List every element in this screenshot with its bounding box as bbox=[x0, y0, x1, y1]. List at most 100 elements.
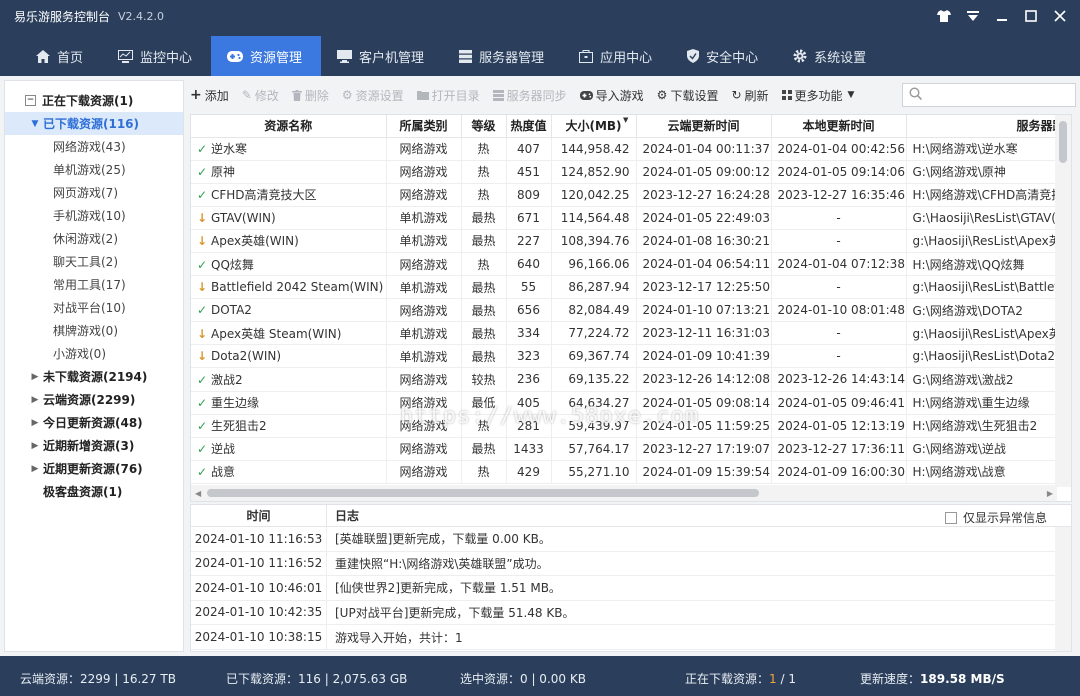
tab-clients[interactable]: 客户机管理 bbox=[321, 36, 443, 76]
more-functions-button[interactable]: 更多功能 ▼ bbox=[781, 87, 858, 104]
download-settings-button[interactable]: ⚙ 下载设置 bbox=[657, 87, 719, 104]
tree-item-mini-games[interactable]: 小游戏(0) bbox=[5, 342, 183, 365]
scroll-left-icon[interactable]: ◀ bbox=[195, 489, 201, 498]
tree-item-downloading[interactable]: − 正在下载资源(1) bbox=[5, 89, 183, 112]
server-sync-button[interactable]: 服务器同步 bbox=[492, 87, 567, 104]
col-header-local-time[interactable]: 本地更新时间 bbox=[771, 115, 907, 138]
edit-button[interactable]: ✎ 修改 bbox=[242, 87, 279, 104]
table-row[interactable]: ✓ 战意 网络游戏热 429 55,271.10 2024-01-09 15:39:54 2… bbox=[191, 460, 1057, 484]
table-row[interactable]: ↓ Apex英雄 Steam(WIN) 单机游戏 最热 334 77,224.72 2023… bbox=[191, 321, 1057, 346]
table-row[interactable]: ✓ 逆水寒 网络游戏热 407 144,958.42 2024-01-04 00:11:3… bbox=[191, 137, 1057, 161]
tree-item-web-games[interactable]: 网页游戏(7) bbox=[5, 181, 183, 204]
download-arrow-icon: ↓ bbox=[197, 326, 208, 341]
tree-item-chat-tools[interactable]: 聊天工具(2) bbox=[5, 250, 183, 273]
cell-local: 2023-12-26 14:43:14 bbox=[771, 367, 907, 392]
cell-path: g:\Haosiji\ResList\Apex英雄(WIN) bbox=[906, 229, 1057, 253]
caret-right-icon[interactable]: ▶ bbox=[27, 372, 43, 382]
table-row[interactable]: ✓ QQ炫舞 网络游戏热 640 96,166.06 2024-01-04 06:54:1… bbox=[191, 252, 1057, 277]
col-header-grade[interactable]: 等级 bbox=[461, 115, 507, 138]
table-row[interactable]: ↓ Battlefield 2042 Steam(WIN) 单机游戏 最热 55 86,2… bbox=[191, 275, 1057, 300]
table-row[interactable]: ✓ DOTA2 网络游戏 最热 656 82,084.49 2024-01-10 07:13… bbox=[191, 298, 1057, 323]
maximize-icon[interactable] bbox=[1016, 2, 1045, 30]
tab-home[interactable]: 首页 bbox=[20, 36, 102, 76]
checkbox-icon[interactable] bbox=[944, 511, 957, 524]
cell-name: ✓ 生死狙击2 bbox=[191, 414, 387, 438]
log-row: 2024-01-10 11:16:53 [英雄联盟]更新完成，下载量 0.00 K… bbox=[191, 526, 1071, 552]
caret-right-icon[interactable]: ▶ bbox=[27, 395, 43, 405]
tree-item-mobile-games[interactable]: 手机游戏(10) bbox=[5, 204, 183, 227]
scroll-right-icon[interactable]: ▶ bbox=[1047, 489, 1053, 498]
caret-right-icon[interactable]: ▶ bbox=[27, 418, 43, 428]
col-header-name[interactable]: 资源名称 bbox=[191, 115, 387, 138]
tree-item-casual-games[interactable]: 休闲游戏(2) bbox=[5, 227, 183, 250]
cell-local: 2024-01-05 09:14:06 bbox=[771, 160, 907, 184]
tree-item-recent-updated[interactable]: ▶ 近期更新资源(76) bbox=[5, 457, 183, 480]
tree-item-not-downloaded[interactable]: ▶ 未下载资源(2194) bbox=[5, 365, 183, 388]
scroll-thumb[interactable] bbox=[1059, 121, 1067, 163]
tree-item-recent-added[interactable]: ▶ 近期新增资源(3) bbox=[5, 434, 183, 457]
tree-item-online-games[interactable]: 网络游戏(43) bbox=[5, 135, 183, 158]
tree-item-common-tools[interactable]: 常用工具(17) bbox=[5, 273, 183, 296]
tab-settings[interactable]: 系统设置 bbox=[777, 36, 885, 76]
dropdown-menu-icon[interactable] bbox=[958, 2, 987, 30]
tab-servers[interactable]: 服务器管理 bbox=[443, 36, 563, 76]
table-row[interactable]: ✓ 生死狙击2 网络游戏热 281 59,439.97 2024-01-05 11:59:… bbox=[191, 414, 1057, 438]
col-header-type[interactable]: 所属类别 bbox=[386, 115, 462, 138]
skin-icon[interactable] bbox=[929, 2, 958, 30]
cell-cloud: 2024-01-05 22:49:03 bbox=[636, 206, 772, 230]
refresh-button[interactable]: ↻ 刷新 bbox=[731, 87, 768, 104]
caret-down-icon[interactable]: ▼ bbox=[27, 119, 43, 129]
tab-monitor[interactable]: 监控中心 bbox=[102, 36, 211, 76]
tree-item-board-games[interactable]: 棋牌游戏(0) bbox=[5, 319, 183, 342]
caret-right-icon[interactable]: ▶ bbox=[27, 441, 43, 451]
table-row[interactable]: ↓ Dota2(WIN) 单机游戏 最热 323 69,367.74 2024-01-09 … bbox=[191, 344, 1057, 369]
table-row[interactable]: ↓ GTAV(WIN) 单机游戏 最热 671 114,564.48 2024-01-05 … bbox=[191, 206, 1057, 230]
col-header-server-path[interactable]: 服务器路径 bbox=[906, 115, 1057, 138]
cell-cloud: 2023-12-27 16:24:28 bbox=[636, 183, 772, 207]
tab-apps[interactable]: 应用中心 bbox=[563, 36, 671, 76]
cell-cloud: 2023-12-26 14:12:08 bbox=[636, 367, 772, 392]
box-icon bbox=[579, 49, 594, 63]
collapse-icon[interactable]: − bbox=[25, 95, 36, 106]
tree-item-standalone-games[interactable]: 单机游戏(25) bbox=[5, 158, 183, 181]
tab-security[interactable]: 安全中心 bbox=[671, 36, 777, 76]
tree-item-battle-platform[interactable]: 对战平台(10) bbox=[5, 296, 183, 319]
table-row[interactable]: ↓ Apex英雄(WIN) 单机游戏 最热 227 108,394.76 2024-01-0… bbox=[191, 229, 1057, 253]
cell-size: 55,271.10 bbox=[551, 460, 637, 484]
minimize-icon[interactable] bbox=[987, 2, 1016, 30]
table-row[interactable]: ✓ CFHD高清竞技大区 网络游戏热 809 120,042.25 2023-12-27 … bbox=[191, 183, 1057, 207]
open-directory-button[interactable]: 打开目录 bbox=[416, 87, 480, 104]
table-vertical-scrollbar[interactable] bbox=[1055, 115, 1071, 487]
import-game-button[interactable]: 导入游戏 bbox=[579, 87, 644, 104]
delete-button[interactable]: 删除 bbox=[291, 87, 329, 104]
log-vertical-scrollbar[interactable] bbox=[1055, 527, 1071, 651]
search-input[interactable] bbox=[902, 83, 1076, 107]
cell-heat: 640 bbox=[506, 252, 552, 277]
downloading-count: 1 bbox=[769, 672, 777, 686]
col-header-heat[interactable]: 热度值 bbox=[506, 115, 552, 138]
table-row[interactable]: ✓ 重生边缘 网络游戏 最低 405 64,634.27 2024-01-05 09:08:… bbox=[191, 391, 1057, 415]
tree-item-extreme-disk[interactable]: 极客盘资源(1) bbox=[5, 480, 183, 503]
cell-cloud: 2023-12-11 16:31:03 bbox=[636, 321, 772, 346]
tree-item-downloaded[interactable]: ▼ 已下载资源(116) bbox=[5, 112, 183, 135]
tree-item-today-updated[interactable]: ▶ 今日更新资源(48) bbox=[5, 411, 183, 434]
check-icon: ✓ bbox=[197, 442, 208, 457]
cell-path: H:\网络游戏\QQ炫舞 bbox=[906, 252, 1057, 277]
add-button[interactable]: + 添加 bbox=[190, 87, 229, 104]
caret-right-icon[interactable]: ▶ bbox=[27, 464, 43, 474]
cell-grade: 热 bbox=[461, 252, 507, 277]
col-header-cloud-time[interactable]: 云端更新时间 bbox=[636, 115, 772, 138]
cell-name: ✓ 原神 bbox=[191, 160, 387, 184]
cell-size: 114,564.48 bbox=[551, 206, 637, 230]
close-icon[interactable] bbox=[1045, 2, 1074, 30]
table-row[interactable]: ✓ 原神 网络游戏热 451 124,852.90 2024-01-05 09:00:12… bbox=[191, 160, 1057, 184]
scroll-thumb[interactable] bbox=[207, 489, 759, 497]
abnormal-only-checkbox[interactable]: 仅显示异常信息 bbox=[944, 509, 1047, 526]
tree-item-cloud[interactable]: ▶ 云端资源(2299) bbox=[5, 388, 183, 411]
resource-settings-button[interactable]: ⚙ 资源设置 bbox=[342, 87, 404, 104]
table-row[interactable]: ✓ 逆战 网络游戏 最热 1433 57,764.17 2023-12-27 17:19:0… bbox=[191, 437, 1057, 461]
tab-resources[interactable]: 资源管理 bbox=[211, 36, 322, 76]
cell-path: G:\网络游戏\DOTA2 bbox=[906, 298, 1057, 323]
table-horizontal-scrollbar[interactable]: ◀ ▶ bbox=[191, 485, 1057, 501]
table-row[interactable]: ✓ 激战2 网络游戏 较热 236 69,135.22 2023-12-26 14:12:0… bbox=[191, 367, 1057, 392]
